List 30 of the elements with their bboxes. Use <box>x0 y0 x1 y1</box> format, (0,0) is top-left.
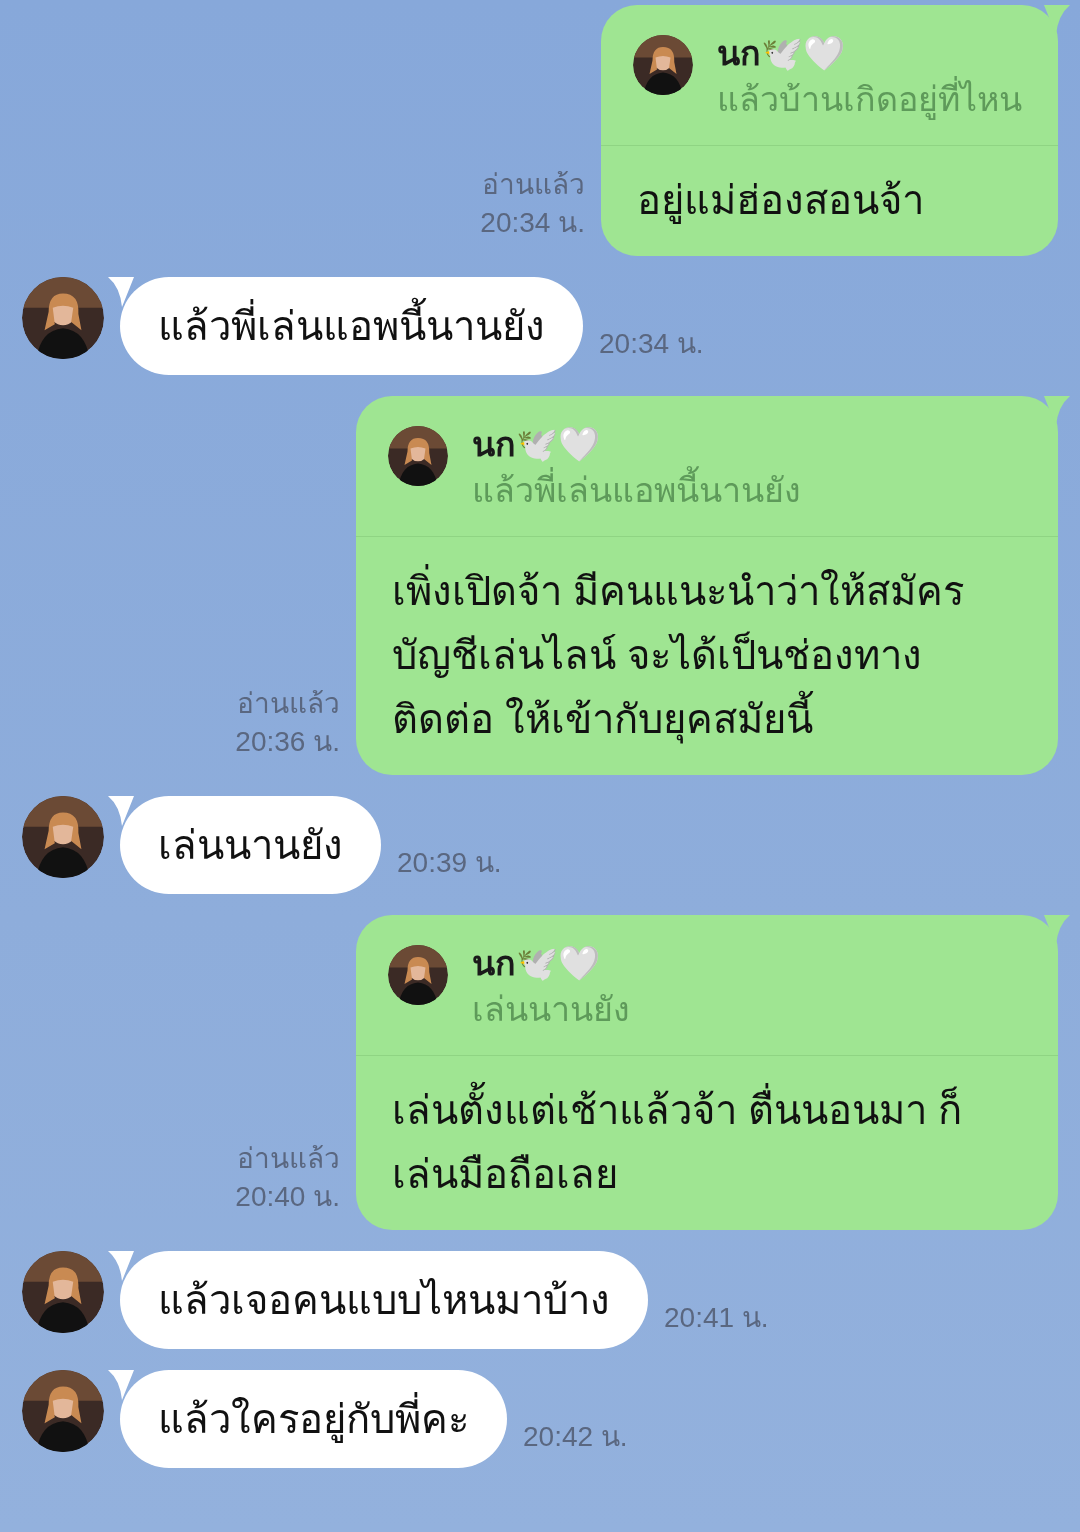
message-text: เล่นนานยัง <box>158 822 343 869</box>
read-receipt: อ่านแล้ว <box>237 687 340 721</box>
bubble-tail <box>108 277 134 307</box>
message-text: อยู่แม่ฮ่องสอนจ้า <box>637 177 925 226</box>
avatar <box>388 426 448 486</box>
reply-quote-text: แล้วบ้านเกิดอยู่ที่ไหน <box>717 75 1022 123</box>
avatar <box>633 35 693 95</box>
read-receipt: อ่านแล้ว <box>237 1142 340 1176</box>
bubble-tail <box>108 1370 134 1400</box>
message-time: 20:34 น. <box>599 327 704 361</box>
message-time: 20:34 น. <box>480 206 585 240</box>
message-time: 20:40 น. <box>235 1180 340 1214</box>
message-text: เล่นตั้งแต่เช้าแล้วจ้า ตื่นนอนมา ก็เล่นมือถือเลย <box>392 1074 1022 1210</box>
reply-quote-text: เล่นนานยัง <box>472 989 630 1030</box>
reply-sender-name: นก🕊🤍 <box>472 424 601 465</box>
message-text: แล้วพี่เล่นแอพนี้นานยัง <box>158 290 545 362</box>
bubble-tail <box>108 1251 134 1281</box>
bubble-tail <box>108 796 134 826</box>
message-text: แล้วใครอยู่กับพี่คะ <box>158 1383 469 1455</box>
message-text: เพิ่งเปิดจ้า มีคนแนะนำว่าให้สมัคร บัญชีเล่นไลน์ จะได้เป็นช่องทางติดต่อ ให้เข้ากับยุคสมัยนี้ <box>392 555 1022 755</box>
message-time: 20:41 น. <box>664 1301 769 1335</box>
reply-quote-text: แล้วพี่เล่นแอพนี้นานยัง <box>472 466 801 514</box>
reply-sender-name: นก🕊🤍 <box>472 943 601 984</box>
message-time: 20:36 น. <box>235 725 340 759</box>
avatar <box>388 945 448 1005</box>
message-text: แล้วเจอคนแบบไหนมาบ้าง <box>158 1277 610 1324</box>
message-time: 20:39 น. <box>397 846 502 880</box>
read-receipt: อ่านแล้ว <box>482 168 585 202</box>
reply-sender-name: นก🕊🤍 <box>717 33 846 74</box>
message-time: 20:42 น. <box>523 1420 628 1454</box>
